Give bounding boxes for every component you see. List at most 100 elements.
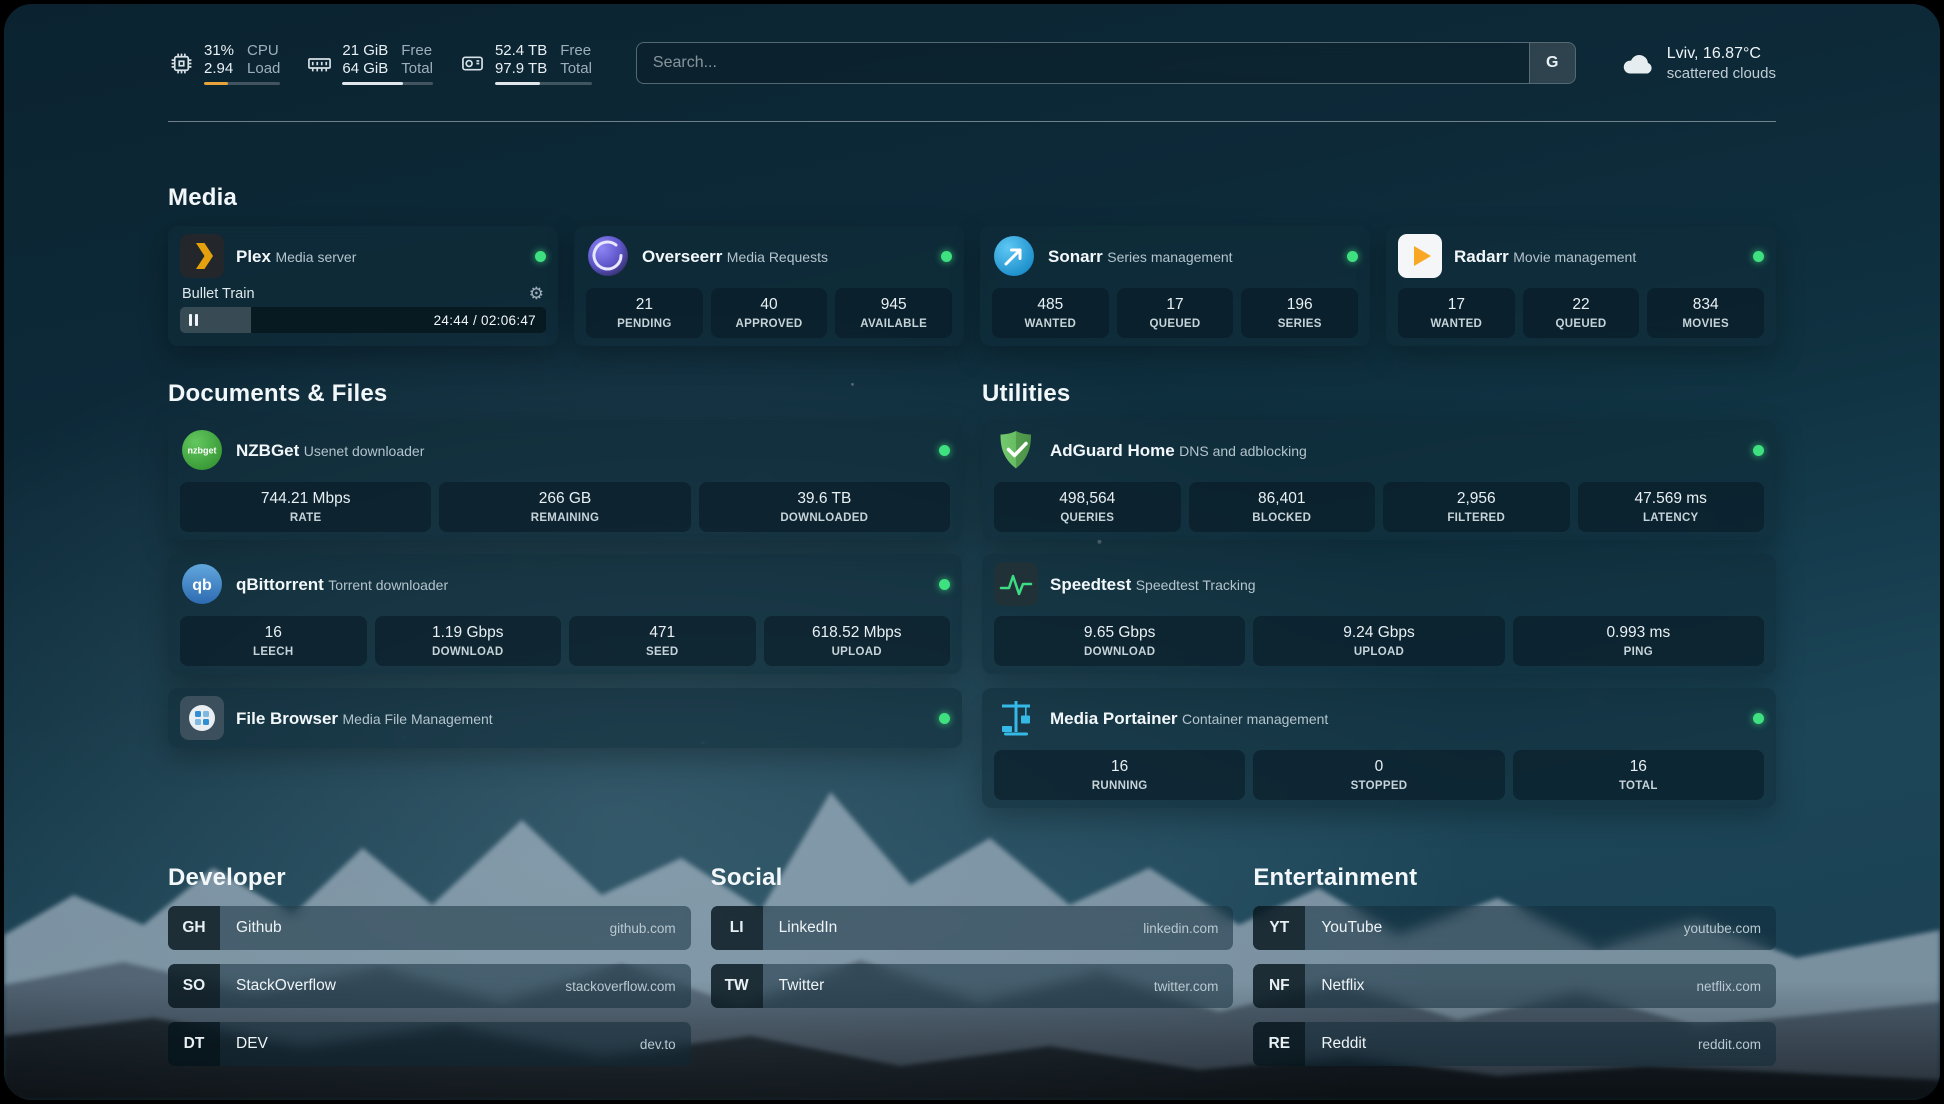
- nzbget-logo-text: nzbget: [188, 446, 217, 456]
- disk-total: 97.9 TB: [495, 60, 547, 78]
- speedtest-icon: [994, 562, 1038, 606]
- service-card-filebrowser[interactable]: File Browser Media File Management: [168, 688, 962, 748]
- service-name: NZBGet: [236, 441, 299, 460]
- stat-value: 196: [1245, 296, 1354, 314]
- service-card-plex[interactable]: Plex Media server Bullet Train ⚙: [168, 226, 558, 346]
- bookmark-row-reddit[interactable]: RE Reddit reddit.com: [1253, 1022, 1776, 1066]
- pause-button[interactable]: [189, 314, 198, 326]
- dashboard: 31% CPU 2.94 Load 21 GiB Free 64 GiB Tot…: [4, 4, 1940, 1100]
- stat-value: 834: [1651, 296, 1760, 314]
- bookmark-row-twitter[interactable]: TW Twitter twitter.com: [711, 964, 1234, 1008]
- service-name: Overseerr: [642, 247, 722, 266]
- stat-box: 47.569 msLATENCY: [1578, 482, 1765, 532]
- media-grid: Plex Media server Bullet Train ⚙: [168, 226, 1776, 346]
- stat-label: QUEUED: [1121, 317, 1230, 331]
- service-card-portainer[interactable]: Media Portainer Container management 16R…: [982, 688, 1776, 808]
- bookmark-row-stackoverflow[interactable]: SO StackOverflow stackoverflow.com: [168, 964, 691, 1008]
- memory-icon: [306, 50, 333, 77]
- cpu-load: 2.94: [204, 60, 234, 78]
- service-subtitle: Media server: [275, 249, 356, 265]
- stat-box: 9.65 GbpsDOWNLOAD: [994, 616, 1245, 666]
- stat-box: 16RUNNING: [994, 750, 1245, 800]
- bookmark-row-dev[interactable]: DT DEV dev.to: [168, 1022, 691, 1066]
- status-dot: [941, 251, 952, 262]
- stat-box: 0STOPPED: [1253, 750, 1504, 800]
- stat-label: AVAILABLE: [839, 317, 948, 331]
- service-subtitle: Container management: [1182, 711, 1328, 727]
- bookmark-name: StackOverflow: [236, 977, 336, 995]
- weather-location-temp: Lviv, 16.87°C: [1667, 44, 1776, 64]
- cloud-icon: [1620, 48, 1656, 78]
- memory-total-label: Total: [401, 60, 433, 78]
- stat-box: 17QUEUED: [1117, 288, 1234, 338]
- top-bar: 31% CPU 2.94 Load 21 GiB Free 64 GiB Tot…: [4, 4, 1940, 92]
- service-name: Plex: [236, 247, 271, 266]
- cpu-icon: [168, 50, 195, 77]
- status-dot: [939, 445, 950, 456]
- playback-progress-bar[interactable]: 24:44 / 02:06:47: [180, 307, 546, 333]
- service-card-overseerr[interactable]: Overseerr Media Requests 21PENDING 40APP…: [574, 226, 964, 346]
- utilities-column: Utilities AdGuard Home DNS and adblockin…: [982, 380, 1776, 808]
- section-title-utilities: Utilities: [982, 380, 1776, 408]
- memory-free-label: Free: [401, 42, 433, 60]
- documents-column: Documents & Files nzbget NZBGet Usenet d…: [168, 380, 962, 808]
- service-card-speedtest[interactable]: Speedtest Speedtest Tracking 9.65 GbpsDO…: [982, 554, 1776, 674]
- stat-box: 86,401BLOCKED: [1189, 482, 1376, 532]
- bookmark-row-netflix[interactable]: NF Netflix netflix.com: [1253, 964, 1776, 1008]
- service-subtitle: Speedtest Tracking: [1136, 577, 1256, 593]
- memory-widget: 21 GiB Free 64 GiB Total: [306, 42, 433, 85]
- bookmark-group-developer: Developer GH Github github.com SO StackO…: [168, 864, 691, 1066]
- stat-box: 16LEECH: [180, 616, 367, 666]
- stat-label: LEECH: [184, 645, 363, 659]
- bookmark-row-linkedin[interactable]: LI LinkedIn linkedin.com: [711, 906, 1234, 950]
- service-card-sonarr[interactable]: Sonarr Series management 485WANTED 17QUE…: [980, 226, 1370, 346]
- stat-box: 39.6 TB DOWNLOADED: [699, 482, 950, 532]
- service-name: File Browser: [236, 709, 338, 728]
- service-name: AdGuard Home: [1050, 441, 1175, 460]
- stat-label: QUEUED: [1527, 317, 1636, 331]
- disk-total-label: Total: [560, 60, 592, 78]
- bookmark-name: Github: [236, 919, 282, 937]
- stat-label: DOWNLOADED: [703, 511, 946, 525]
- stat-label: DOWNLOAD: [379, 645, 558, 659]
- bookmark-url: github.com: [610, 921, 676, 936]
- header-divider: [168, 121, 1776, 122]
- stat-value: 39.6 TB: [703, 490, 946, 508]
- plex-icon: [180, 234, 224, 278]
- stat-box: 2,956FILTERED: [1383, 482, 1570, 532]
- bookmark-abbr: DT: [168, 1022, 220, 1066]
- overseerr-icon: [586, 234, 630, 278]
- bookmark-group-entertainment: Entertainment YT YouTube youtube.com NF …: [1253, 864, 1776, 1066]
- service-subtitle: Usenet downloader: [304, 443, 425, 459]
- stat-box: 196SERIES: [1241, 288, 1358, 338]
- stat-value: 9.65 Gbps: [998, 624, 1241, 642]
- memory-free: 21 GiB: [342, 42, 388, 60]
- settings-gear-icon[interactable]: ⚙: [529, 285, 544, 302]
- bookmark-name: LinkedIn: [779, 919, 838, 937]
- stat-value: 1.19 Gbps: [379, 624, 558, 642]
- bookmark-name: Netflix: [1321, 977, 1364, 995]
- bookmark-row-github[interactable]: GH Github github.com: [168, 906, 691, 950]
- service-card-qbittorrent[interactable]: qb qBittorrent Torrent downloader 16LEEC…: [168, 554, 962, 674]
- bookmark-abbr: NF: [1253, 964, 1305, 1008]
- stat-label: APPROVED: [715, 317, 824, 331]
- bookmark-row-youtube[interactable]: YT YouTube youtube.com: [1253, 906, 1776, 950]
- stat-box: 9.24 GbpsUPLOAD: [1253, 616, 1504, 666]
- nzbget-icon: nzbget: [180, 428, 224, 472]
- stat-value: 618.52 Mbps: [768, 624, 947, 642]
- stat-value: 9.24 Gbps: [1257, 624, 1500, 642]
- service-card-adguard[interactable]: AdGuard Home DNS and adblocking 498,564Q…: [982, 420, 1776, 540]
- stat-label: QUERIES: [998, 511, 1177, 525]
- stat-value: 47.569 ms: [1582, 490, 1761, 508]
- service-subtitle: Media File Management: [343, 711, 493, 727]
- bookmark-url: stackoverflow.com: [565, 979, 675, 994]
- search-input[interactable]: [637, 43, 1529, 83]
- disk-icon: [459, 50, 486, 77]
- service-card-radarr[interactable]: Radarr Movie management 17WANTED 22QUEUE…: [1386, 226, 1776, 346]
- bookmark-url: twitter.com: [1154, 979, 1219, 994]
- filebrowser-icon: [180, 696, 224, 740]
- status-dot: [939, 579, 950, 590]
- service-card-nzbget[interactable]: nzbget NZBGet Usenet downloader 744.21 M…: [168, 420, 962, 540]
- search-provider-button[interactable]: G: [1529, 43, 1575, 83]
- stat-label: TOTAL: [1517, 779, 1760, 793]
